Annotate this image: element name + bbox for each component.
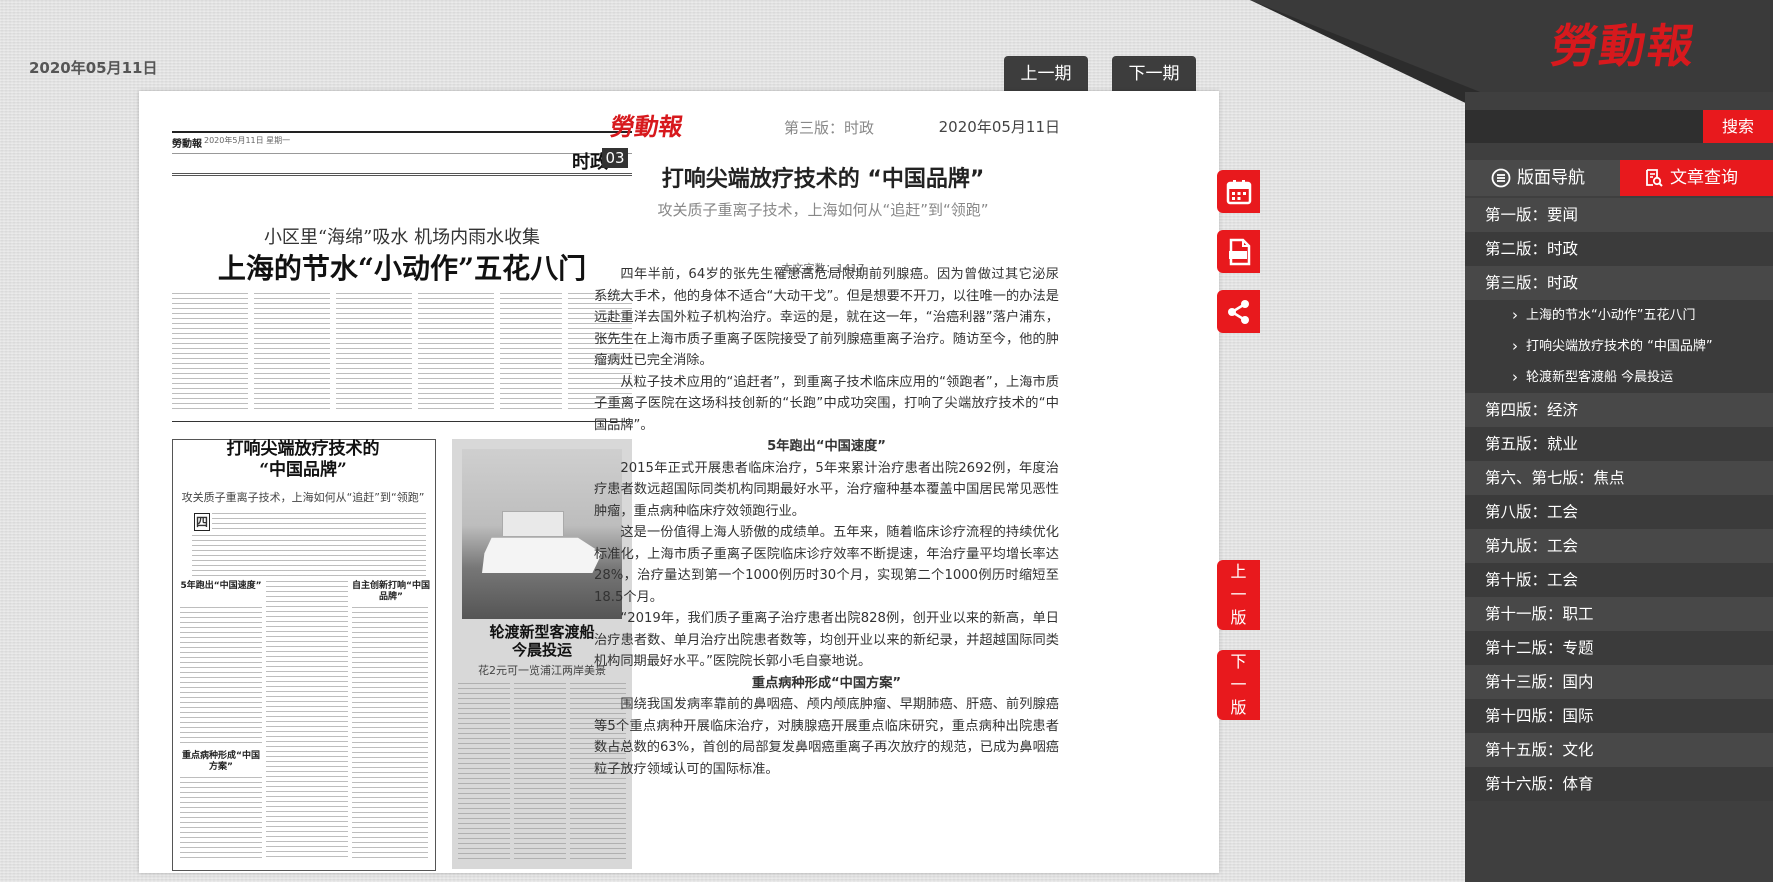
- prev-issue-button[interactable]: 上一期: [1004, 56, 1088, 92]
- thumb-story1-title[interactable]: 上海的节水“小动作”五花八门: [172, 247, 632, 287]
- thumb-text-col: [458, 683, 510, 859]
- thumb-masthead-date: 2020年5月11日 星期一: [204, 136, 291, 145]
- nav-item-page-2[interactable]: 第二版：时政: [1465, 232, 1773, 266]
- nav-item-page-8[interactable]: 第八版：工会: [1465, 495, 1773, 529]
- nav-item-page-6-7[interactable]: 第六、第七版：焦点: [1465, 461, 1773, 495]
- article-paragraph: 四年半前，64岁的张先生罹患高危局限期前列腺癌。因为曾做过其它泌尿系统大手术，他…: [594, 267, 1059, 368]
- thumb-text-col: [172, 293, 248, 411]
- thumb-text-col: [500, 293, 562, 411]
- page-nav-list: 第一版：要闻 第二版：时政 第三版：时政 上海的节水“小动作”五花八门 打响尖端…: [1465, 198, 1773, 801]
- article-date: 2020年05月11日: [938, 118, 1060, 136]
- site-logo[interactable]: 勞動報: [1547, 10, 1700, 76]
- thumb-mini-heading: 自主创新打响“中国品牌”: [352, 581, 430, 602]
- article-paragraph: “2019年，我们质子重离子治疗患者出院828例，创开业以来的新高，单日治疗患者…: [594, 611, 1059, 669]
- article-logo: 勞動報: [608, 112, 685, 141]
- share-button[interactable]: [1217, 290, 1260, 333]
- article-paragraph: 这是一份值得上海人骄傲的成绩单。五年来，随着临床诊疗流程的持续优化标准化，上海市…: [594, 525, 1059, 605]
- next-page-button[interactable]: 下一版: [1217, 650, 1260, 720]
- thumb-rule: [172, 153, 632, 154]
- thumb-text-col: [352, 607, 428, 861]
- thumb-text-col: [254, 293, 330, 411]
- thumb-drop-cap: 四: [194, 513, 210, 531]
- thumb-text-col: [418, 293, 494, 411]
- nav-subitem-article[interactable]: 轮渡新型客渡船 今晨投运: [1465, 362, 1773, 393]
- nav-item-page-13[interactable]: 第十三版：国内: [1465, 665, 1773, 699]
- thumb-text-col: [336, 293, 412, 411]
- thumb-text-col: [514, 683, 566, 859]
- issue-date: 2020年05月11日: [29, 59, 158, 77]
- article-body: 四年半前，64岁的张先生罹患高危局限期前列腺癌。因为曾做过其它泌尿系统大手术，他…: [594, 264, 1059, 780]
- nav-item-page-14[interactable]: 第十四版：国际: [1465, 699, 1773, 733]
- thumb-rule-2: [172, 173, 632, 176]
- nav-item-page-11[interactable]: 第十一版：职工: [1465, 597, 1773, 631]
- nav-item-page-16[interactable]: 第十六版：体育: [1465, 767, 1773, 801]
- thumb-mini-heading: 重点病种形成“中国方案”: [182, 751, 260, 772]
- nav-item-page-12[interactable]: 第十二版：专题: [1465, 631, 1773, 665]
- tab-article-search[interactable]: 文章查询: [1620, 160, 1773, 196]
- thumb-story2-title[interactable]: 打响尖端放疗技术的 “中国品牌”: [172, 439, 434, 481]
- menu-circle-icon: [1491, 168, 1511, 188]
- calendar-icon: [1226, 179, 1251, 204]
- page-thumbnail[interactable]: 勞動報 2020年5月11日 星期一 时政 03 小区里“海绵”吸水 机场内雨水…: [172, 131, 632, 871]
- pdf-button[interactable]: [1217, 230, 1260, 273]
- nav-item-page-4[interactable]: 第四版：经济: [1465, 393, 1773, 427]
- thumb-text-col: [266, 581, 348, 861]
- thumb-text-col: [192, 535, 426, 577]
- thumb-masthead-logo: 勞動報: [172, 139, 202, 150]
- nav-item-page-15[interactable]: 第十五版：文化: [1465, 733, 1773, 767]
- article-paragraph: 围绕我国发病率靠前的鼻咽癌、颅内颅底肿瘤、早期肺癌、肝癌、前列腺癌等5个重点病种…: [594, 697, 1059, 777]
- thumb-story2-subtitle: 攻关质子重离子技术，上海如何从“追赶”到“领跑”: [181, 491, 425, 504]
- nav-item-page-5[interactable]: 第五版：就业: [1465, 427, 1773, 461]
- tab-page-navigation[interactable]: 版面导航: [1465, 160, 1620, 196]
- thumb-story1-subtitle[interactable]: 小区里“海绵”吸水 机场内雨水收集: [172, 223, 632, 249]
- nav-subitem-article[interactable]: 打响尖端放疗技术的 “中国品牌”: [1465, 331, 1773, 362]
- thumb-text-col: [180, 777, 262, 861]
- article-paragraph: 从粒子技术应用的“追赶者”，到重离子技术临床应用的“领跑者”，上海市质子重离子医…: [594, 374, 1059, 433]
- nav-subitem-article[interactable]: 上海的节水“小动作”五花八门: [1465, 300, 1773, 331]
- nav-item-page-3[interactable]: 第三版：时政: [1465, 266, 1773, 300]
- ferry-photo-cabin: [502, 511, 564, 537]
- article-subheading: 重点病种形成“中国方案”: [751, 675, 902, 691]
- nav-item-page-9[interactable]: 第九版：工会: [1465, 529, 1773, 563]
- calendar-button[interactable]: [1217, 170, 1260, 213]
- next-issue-button[interactable]: 下一期: [1112, 56, 1196, 92]
- article-paragraph: 2015年正式开展患者临床治疗，5年来累计治疗患者出院2692例，年度治疗患者数…: [594, 460, 1059, 519]
- newspaper-page: 勞動報 2020年5月11日 星期一 时政 03 小区里“海绵”吸水 机场内雨水…: [139, 91, 1219, 873]
- thumb-mini-heading: 5年跑出“中国速度”: [180, 581, 262, 591]
- search-button[interactable]: 搜索: [1703, 110, 1773, 143]
- article-subtitle: 攻关质子重离子技术，上海如何从“追赶”到“领跑”: [657, 201, 989, 219]
- search-input[interactable]: [1465, 110, 1703, 143]
- document-search-icon: [1646, 169, 1663, 187]
- prev-page-button[interactable]: 上一版: [1217, 560, 1260, 630]
- pdf-icon: [1228, 238, 1250, 265]
- share-icon: [1227, 299, 1249, 324]
- nav-item-page-1[interactable]: 第一版：要闻: [1465, 198, 1773, 232]
- thumb-text-col: [180, 607, 262, 747]
- thumb-divider: [172, 421, 632, 422]
- nav-item-page-10[interactable]: 第十版：工会: [1465, 563, 1773, 597]
- thumb-text-col: [212, 513, 426, 533]
- article-title: 打响尖端放疗技术的 “中国品牌”: [661, 167, 985, 192]
- article-subheading: 5年跑出“中国速度”: [767, 439, 886, 454]
